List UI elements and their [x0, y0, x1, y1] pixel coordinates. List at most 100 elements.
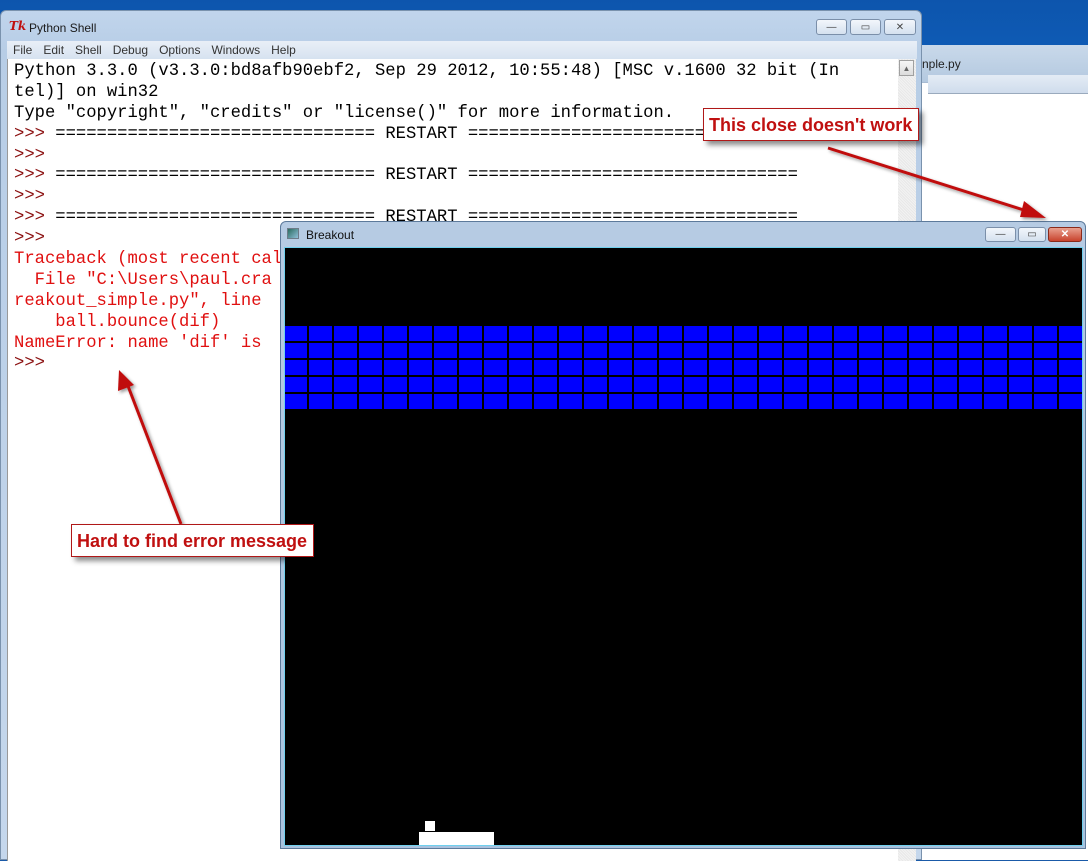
shell-prompt: >>> [14, 229, 56, 249]
shell-line-text: tel)] on win32 [14, 82, 159, 102]
shell-line-text: =============================== RESTART … [55, 124, 798, 144]
brick [409, 343, 432, 358]
shell-line: >>> [14, 187, 839, 208]
brick [784, 360, 807, 375]
breakout-window[interactable]: Breakout — ▭ ✕ [280, 221, 1086, 849]
menu-edit[interactable]: Edit [37, 41, 69, 57]
breakout-title: Breakout [306, 228, 355, 242]
brick [334, 343, 357, 358]
brick [759, 343, 782, 358]
shell-minimize-button[interactable]: — [816, 19, 847, 35]
brick [309, 377, 332, 392]
brick [359, 377, 382, 392]
brick [285, 360, 307, 375]
menu-help[interactable]: Help [265, 41, 301, 57]
brick [634, 377, 657, 392]
brick [709, 394, 732, 409]
paddle[interactable] [419, 832, 494, 845]
brick [1009, 343, 1032, 358]
brick [984, 360, 1007, 375]
brick [459, 377, 482, 392]
brick [309, 360, 332, 375]
brick [809, 394, 832, 409]
game-canvas[interactable] [284, 247, 1083, 846]
brick [809, 343, 832, 358]
brick [534, 394, 557, 409]
brick [734, 377, 757, 392]
menu-shell[interactable]: Shell [69, 41, 107, 57]
brick [1034, 394, 1057, 409]
brick [834, 377, 857, 392]
brick [434, 360, 457, 375]
menu-windows[interactable]: Windows [205, 41, 265, 57]
brick [709, 343, 732, 358]
brick [684, 343, 707, 358]
maximize-icon: ▭ [860, 21, 871, 33]
brick [409, 377, 432, 392]
brick [834, 394, 857, 409]
brick [334, 394, 357, 409]
shell-line-text: ball.bounce(dif) [14, 312, 221, 332]
brick [509, 343, 532, 358]
brick [509, 326, 532, 341]
brick [784, 377, 807, 392]
brick [909, 326, 932, 341]
brick [984, 343, 1007, 358]
brick [1059, 343, 1082, 358]
brick [1009, 360, 1032, 375]
brick [1034, 343, 1057, 358]
brick [559, 377, 582, 392]
brick [309, 394, 332, 409]
shell-prompt: >>> [14, 145, 56, 165]
annotation-close-callout: This close doesn't work [703, 108, 920, 141]
scroll-up-arrow-icon[interactable]: ▲ [899, 60, 914, 76]
menu-file[interactable]: File [7, 41, 37, 57]
brick [434, 377, 457, 392]
brick [534, 377, 557, 392]
brick [809, 377, 832, 392]
brick [334, 326, 357, 341]
shell-close-button[interactable]: ✕ [884, 19, 916, 35]
brick [285, 326, 307, 341]
shell-maximize-button[interactable]: ▭ [850, 19, 881, 35]
brick [1009, 326, 1032, 341]
brick [884, 394, 907, 409]
shell-line-text: File "C:\Users\paul.cra [14, 270, 272, 290]
brick [409, 360, 432, 375]
maximize-icon: ▭ [1027, 229, 1037, 240]
brick [659, 394, 682, 409]
minimize-icon: — [995, 229, 1006, 240]
brick [1034, 377, 1057, 392]
breakout-close-button[interactable]: ✕ [1048, 227, 1082, 242]
brick [384, 326, 407, 341]
breakout-maximize-button[interactable]: ▭ [1018, 227, 1046, 242]
brick [759, 377, 782, 392]
brick [1059, 394, 1082, 409]
brick [959, 377, 982, 392]
brick [809, 360, 832, 375]
brick [509, 394, 532, 409]
shell-titlebar[interactable]: Tk Python Shell — ▭ ✕ [1, 11, 921, 39]
menu-debug[interactable]: Debug [107, 41, 153, 57]
brick [659, 377, 682, 392]
brick [534, 360, 557, 375]
brick [1009, 394, 1032, 409]
brick [1059, 326, 1082, 341]
brick [634, 326, 657, 341]
brick [959, 360, 982, 375]
brick [434, 343, 457, 358]
brick [959, 394, 982, 409]
brick [634, 394, 657, 409]
brick [634, 360, 657, 375]
brick [909, 377, 932, 392]
menu-options[interactable]: Options [153, 41, 205, 57]
shell-line: >>> =============================== REST… [14, 166, 839, 187]
brick [1059, 377, 1082, 392]
annotation-error-callout: Hard to find error message [71, 524, 315, 557]
brick [484, 360, 507, 375]
brick [359, 326, 382, 341]
brick [359, 394, 382, 409]
breakout-minimize-button[interactable]: — [985, 227, 1016, 242]
shell-prompt: >>> [14, 166, 56, 186]
brick [759, 326, 782, 341]
